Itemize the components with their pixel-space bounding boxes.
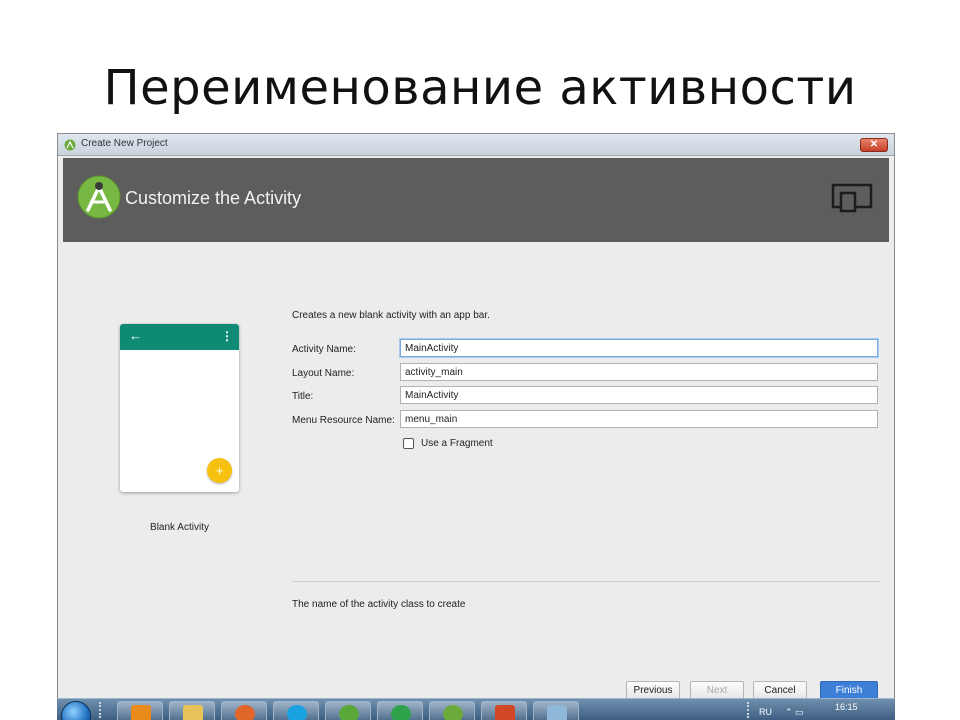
floating-action-button-icon: + <box>207 458 232 483</box>
slide-title: Переименование активности <box>103 60 857 116</box>
android-studio-icon <box>64 139 76 151</box>
powerpoint-icon <box>495 705 515 720</box>
skype-icon <box>287 705 307 720</box>
firefox-icon <box>235 705 255 720</box>
layout-name-label: Layout Name: <box>292 368 355 379</box>
menu-resource-name-field[interactable] <box>400 410 878 428</box>
wizard-header: Customize the Activity <box>63 158 889 242</box>
slide: Переименование активности Create New Pro… <box>0 0 960 720</box>
start-button[interactable] <box>61 701 91 720</box>
back-arrow-icon: ← <box>129 328 142 343</box>
clock[interactable]: 16:15 <box>835 702 858 712</box>
taskbar-item-utorrent[interactable] <box>325 701 371 720</box>
wizard-content: ← ⋮ + Blank Activity Creates a new blank… <box>63 242 889 719</box>
window-title: Create New Project <box>81 138 168 149</box>
paint-icon <box>547 705 567 720</box>
layout-name-field[interactable] <box>400 363 878 381</box>
device-form-factor-icon <box>831 183 873 213</box>
taskbar-item-messenger[interactable] <box>377 701 423 720</box>
taskbar-item-paint[interactable] <box>533 701 579 720</box>
taskbar-item-explorer[interactable] <box>169 701 215 720</box>
wizard-title: Customize the Activity <box>125 188 302 208</box>
tray-icons[interactable]: ⌃ ▭ <box>785 707 804 718</box>
divider <box>292 581 880 582</box>
outlook-icon <box>131 705 151 720</box>
utorrent-icon <box>339 705 359 720</box>
close-button[interactable]: ✕ <box>860 138 888 152</box>
window-titlebar[interactable]: Create New Project ✕ <box>58 134 894 156</box>
taskbar-item-powerpoint[interactable] <box>481 701 527 720</box>
android-studio-logo-icon <box>77 175 121 219</box>
taskbar-item-skype[interactable] <box>273 701 319 720</box>
taskbar: RU ⌃ ▭ 16:15 <box>57 698 895 720</box>
tray-grip <box>747 702 751 718</box>
android-studio-icon <box>443 705 463 720</box>
mail-agent-icon <box>391 705 411 720</box>
activity-name-field[interactable] <box>400 339 878 357</box>
help-text: The name of the activity class to create <box>292 599 466 610</box>
use-fragment-label[interactable]: Use a Fragment <box>421 438 493 449</box>
activity-preview: ← ⋮ + <box>120 324 239 492</box>
taskbar-grip <box>99 702 103 718</box>
language-indicator[interactable]: RU <box>759 707 772 717</box>
activity-name-label: Activity Name: <box>292 344 356 355</box>
taskbar-item-android-studio[interactable] <box>429 701 475 720</box>
use-fragment-checkbox[interactable] <box>403 438 414 449</box>
menu-resource-name-label: Menu Resource Name: <box>292 415 395 426</box>
folder-icon <box>183 705 203 720</box>
taskbar-item-firefox[interactable] <box>221 701 267 720</box>
taskbar-item-outlook[interactable] <box>117 701 163 720</box>
title-label: Title: <box>292 391 314 402</box>
form-intro: Creates a new blank activity with an app… <box>292 310 490 321</box>
title-field[interactable] <box>400 386 878 404</box>
create-project-window: Create New Project ✕ Customize the Activ… <box>57 133 895 720</box>
overflow-menu-icon: ⋮ <box>221 329 233 343</box>
preview-app-bar: ← ⋮ <box>120 324 239 350</box>
preview-caption: Blank Activity <box>150 522 209 533</box>
